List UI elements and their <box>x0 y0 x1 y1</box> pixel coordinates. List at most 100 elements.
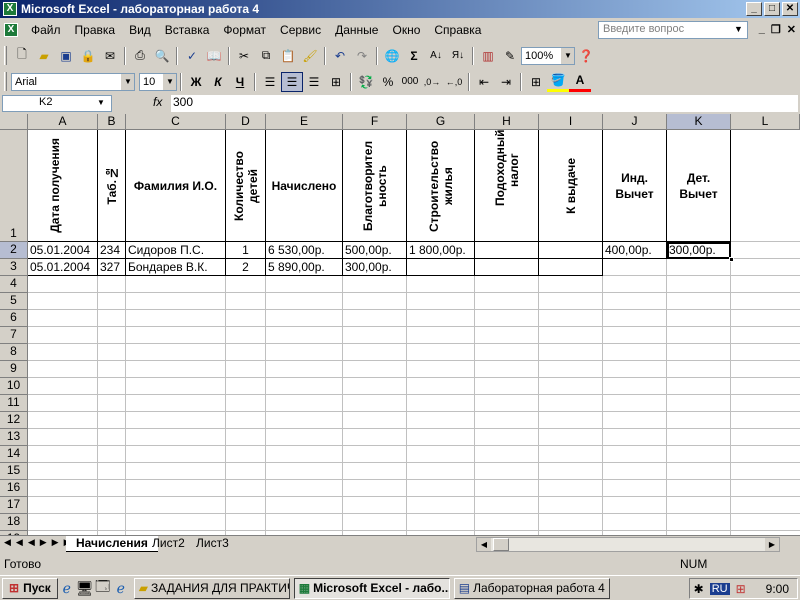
sheet-tab-list3[interactable]: Лист3 <box>186 536 239 552</box>
column-header-a[interactable]: A <box>28 114 98 130</box>
cell-a2[interactable]: 05.01.2004 <box>28 242 98 259</box>
task-excel[interactable]: ▦ Microsoft Excel - лабо... <box>293 577 450 599</box>
align-center-icon[interactable]: ☰ <box>281 71 303 92</box>
insert-function-icon[interactable]: fx <box>153 95 162 109</box>
cell-g2[interactable]: 1 800,00р. <box>407 242 475 259</box>
percent-button[interactable]: % <box>377 72 399 92</box>
header-full-name[interactable]: Фамилия И.О. <box>126 130 226 242</box>
column-header-f[interactable]: F <box>343 114 407 130</box>
scroll-thumb[interactable] <box>493 538 509 551</box>
paste-icon[interactable]: 📋 <box>277 46 299 66</box>
cell-f3[interactable]: 300,00р. <box>343 259 407 276</box>
cell-b2[interactable]: 234 <box>98 242 126 259</box>
header-date[interactable]: Дата получения <box>28 130 98 242</box>
column-header-k[interactable]: K <box>667 114 731 130</box>
sort-descending-icon[interactable]: Я↓ <box>447 46 469 66</box>
minimize-button[interactable]: _ <box>746 2 762 16</box>
align-right-icon[interactable]: ☰ <box>303 72 325 92</box>
row-header-17[interactable]: 17 <box>0 497 28 514</box>
row-header-1[interactable]: 1 <box>0 130 28 242</box>
column-header-j[interactable]: J <box>603 114 667 130</box>
doc-minimize-icon[interactable]: _ <box>759 23 765 36</box>
cell-i2[interactable] <box>539 242 603 259</box>
menu-format[interactable]: Формат <box>216 23 273 37</box>
font-color-icon[interactable]: A <box>569 72 591 92</box>
start-button[interactable]: ⊞ Пуск <box>2 577 58 599</box>
research-icon[interactable]: 📖 <box>203 46 225 66</box>
cell-g3[interactable] <box>407 259 475 276</box>
header-individual-deduction[interactable]: Инд. Вычет <box>603 130 667 242</box>
font-size-select[interactable]: 10 ▼ <box>139 72 177 91</box>
increase-decimal-icon[interactable]: ,0→ <box>421 72 443 92</box>
email-icon[interactable]: ✉ <box>99 46 121 66</box>
internet-explorer-icon[interactable]: ℯ <box>58 580 76 597</box>
row-header-8[interactable]: 8 <box>0 344 28 361</box>
row-header-18[interactable]: 18 <box>0 514 28 531</box>
task-folder[interactable]: ▰ ЗАДАНИЯ ДЛЯ ПРАКТИЧ... <box>133 577 290 599</box>
formula-input[interactable]: 300 <box>171 95 798 112</box>
column-header-g[interactable]: G <box>407 114 475 130</box>
task-word[interactable]: ▤ Лабораторная работа 4 ... <box>453 577 610 599</box>
header-child-deduction[interactable]: Дет. Вычет <box>667 130 731 242</box>
row-header-9[interactable]: 9 <box>0 361 28 378</box>
header-income-tax[interactable]: Подоходный налог <box>475 130 539 242</box>
row-header-15[interactable]: 15 <box>0 463 28 480</box>
new-icon[interactable]: 🗋 <box>11 46 33 66</box>
help-search-input[interactable]: Введите вопрос <box>598 21 748 39</box>
column-header-c[interactable]: C <box>126 114 226 130</box>
toolbar-grip[interactable] <box>4 72 7 91</box>
header-housing[interactable]: Строительство жилья <box>407 130 475 242</box>
fill-handle[interactable] <box>729 257 734 262</box>
bold-button[interactable]: Ж <box>185 72 207 92</box>
row-header-16[interactable]: 16 <box>0 480 28 497</box>
ie-quicklaunch-icon[interactable]: ℯ <box>112 580 130 597</box>
increase-indent-icon[interactable]: ⇥ <box>495 72 517 92</box>
menu-view[interactable]: Вид <box>122 23 158 37</box>
row-header-14[interactable]: 14 <box>0 446 28 463</box>
cell-e2[interactable]: 6 530,00р. <box>266 242 343 259</box>
cell-j2[interactable]: 400,00р. <box>603 242 667 259</box>
italic-button[interactable]: К <box>207 72 229 92</box>
decrease-decimal-icon[interactable]: ←,0 <box>443 72 465 92</box>
font-name-dropdown-icon[interactable]: ▼ <box>121 73 134 90</box>
drawing-icon[interactable]: ✎ <box>499 46 521 66</box>
cell-h3[interactable] <box>475 259 539 276</box>
permission-icon[interactable]: 🔒 <box>77 46 99 66</box>
menu-edit[interactable]: Правка <box>68 23 123 37</box>
currency-icon[interactable]: 💱 <box>355 72 377 92</box>
copy-icon[interactable]: ⧉ <box>255 46 277 66</box>
format-painter-icon[interactable]: 🖌 <box>299 46 321 66</box>
horizontal-scrollbar[interactable]: ◀ ▶ <box>476 537 780 552</box>
header-charity[interactable]: Благотворительность <box>343 130 407 242</box>
row-header-7[interactable]: 7 <box>0 327 28 344</box>
cell-k2[interactable]: 300,00р. <box>667 242 731 259</box>
help-icon[interactable]: ❓ <box>575 46 597 66</box>
scroll-left-icon[interactable]: ◀ <box>477 538 491 551</box>
cell-a3[interactable]: 05.01.2004 <box>28 259 98 276</box>
borders-icon[interactable]: ⊞ <box>525 72 547 92</box>
row-header-4[interactable]: 4 <box>0 276 28 293</box>
chart-wizard-icon[interactable]: ▥ <box>477 46 499 66</box>
save-icon[interactable]: ▣ <box>55 46 77 66</box>
select-all-corner[interactable] <box>0 114 28 130</box>
decrease-indent-icon[interactable]: ⇤ <box>473 72 495 92</box>
row-header-12[interactable]: 12 <box>0 412 28 429</box>
header-accrued[interactable]: Начислено <box>266 130 343 242</box>
column-header-l[interactable]: L <box>731 114 800 130</box>
row-header-10[interactable]: 10 <box>0 378 28 395</box>
quicklaunch-app-icon[interactable]: 🗔 <box>94 576 112 600</box>
autosum-icon[interactable]: Σ <box>403 46 425 66</box>
menu-tools[interactable]: Сервис <box>273 23 328 37</box>
cell-i3[interactable] <box>539 259 603 276</box>
underline-button[interactable]: Ч <box>229 72 251 92</box>
column-header-h[interactable]: H <box>475 114 539 130</box>
cell-c3[interactable]: Бондарев В.К. <box>126 259 226 276</box>
row-header-6[interactable]: 6 <box>0 310 28 327</box>
row-header-13[interactable]: 13 <box>0 429 28 446</box>
close-button[interactable]: ✕ <box>782 2 798 16</box>
cell-b3[interactable]: 327 <box>98 259 126 276</box>
font-name-select[interactable]: Arial ▼ <box>11 72 135 91</box>
spelling-icon[interactable]: ✓ <box>181 46 203 66</box>
menu-window[interactable]: Окно <box>385 23 427 37</box>
column-header-e[interactable]: E <box>266 114 343 130</box>
